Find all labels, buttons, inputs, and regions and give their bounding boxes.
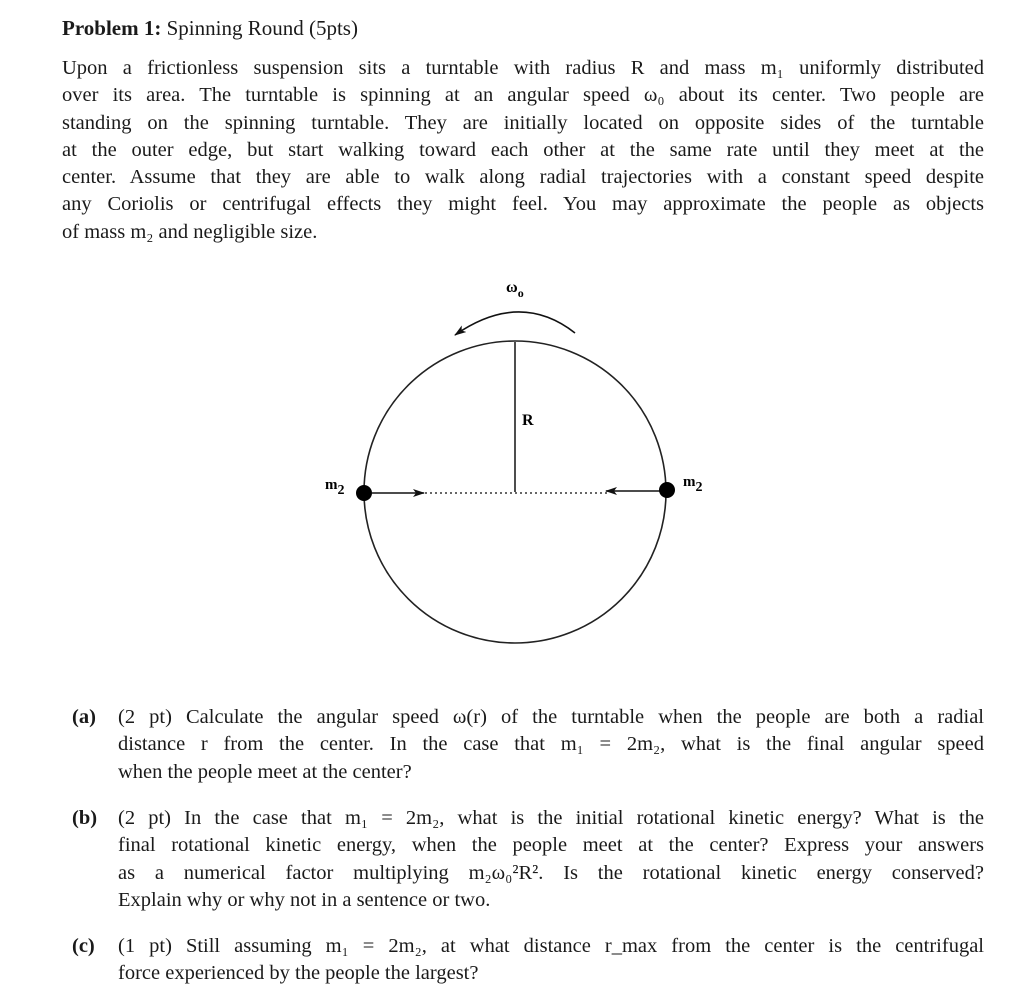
mass-left-label: m2 xyxy=(325,477,345,498)
part-line: (2 pt) In the case that m₁ = 2m₂, what i… xyxy=(118,807,984,829)
turntable-diagram: ωo R m2 m2 xyxy=(325,279,703,644)
part-text: (2 pt) In the case that m₁ = 2m₂, what i… xyxy=(118,805,984,914)
radius-label: R xyxy=(522,412,534,429)
mass-right-label: m2 xyxy=(683,474,703,495)
statement-line: Upon a frictionless suspension sits a tu… xyxy=(62,57,984,79)
part-line: Explain why or why not in a sentence or … xyxy=(118,888,491,911)
part-line: when the people meet at the center? xyxy=(118,760,412,783)
problem-number: Problem 1: xyxy=(62,16,162,40)
statement-line: over its area. The turntable is spinning… xyxy=(62,84,984,107)
statement-line: any Coriolis or centrifugal effects they… xyxy=(62,193,984,216)
part-line: distance r from the center. In the case … xyxy=(118,733,984,756)
statement-line: at the outer edge, but start walking tow… xyxy=(62,138,984,161)
omega-label: ωo xyxy=(506,279,524,300)
part-label: (a) xyxy=(72,706,96,728)
statement-line: of mass m₂ and negligible size. xyxy=(62,220,318,243)
part-line: as a numerical factor multiplying m₂ω₀²R… xyxy=(118,861,984,884)
part-text: (1 pt) Still assuming m₁ = 2m₂, at what … xyxy=(118,933,984,988)
part-label: (b) xyxy=(72,807,98,829)
rotation-arrow xyxy=(454,311,576,336)
part-line: force experienced by the people the larg… xyxy=(118,962,479,985)
problem-heading: Problem 1: Spinning Round (5pts) xyxy=(62,16,358,41)
part-label: (c) xyxy=(72,935,95,957)
problem-title: Spinning Round (5pts) xyxy=(161,16,358,40)
problem-statement: Upon a frictionless suspension sits a tu… xyxy=(62,55,984,246)
part-line: (1 pt) Still assuming m₁ = 2m₂, at what … xyxy=(118,935,984,957)
person-right-dot xyxy=(659,482,675,498)
part-line: (2 pt) Calculate the angular speed ω(r) … xyxy=(118,706,984,728)
statement-line: center. Assume that they are able to wal… xyxy=(62,166,984,189)
part-text: (2 pt) Calculate the angular speed ω(r) … xyxy=(118,704,984,786)
person-left-dot xyxy=(356,485,372,501)
part-line: final rotational kinetic energy, when th… xyxy=(118,834,984,857)
statement-line: standing on the spinning turntable. They… xyxy=(62,111,984,134)
